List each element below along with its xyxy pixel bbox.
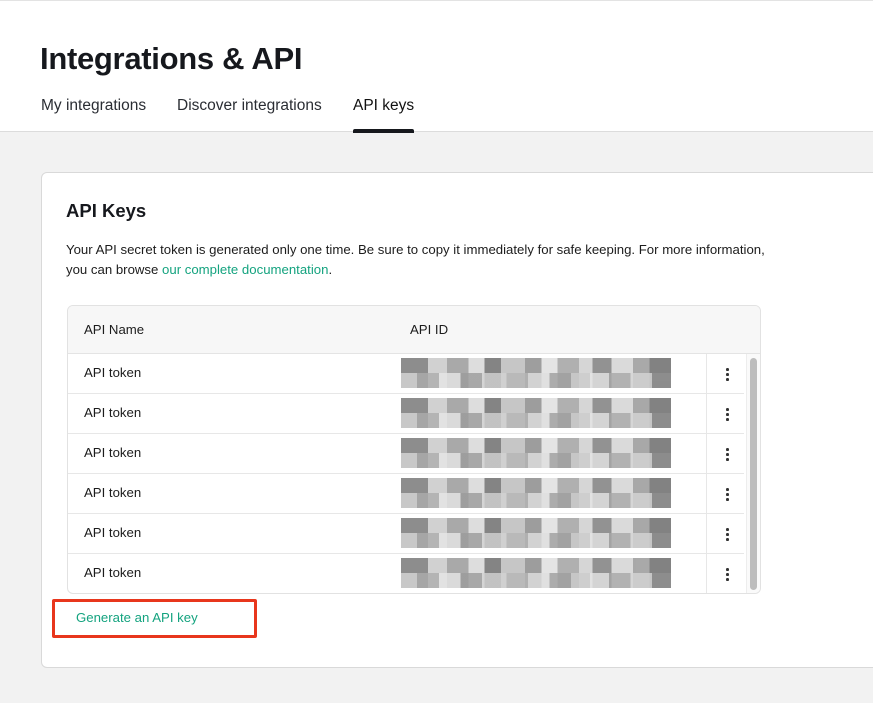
generate-highlight: Generate an API key — [52, 599, 257, 638]
redacted-api-id — [401, 518, 671, 548]
api-keys-card: API Keys Your API secret token is genera… — [41, 172, 873, 668]
redacted-api-id — [401, 558, 671, 588]
more-vertical-icon[interactable] — [706, 474, 746, 514]
more-vertical-icon[interactable] — [706, 554, 746, 593]
tab-api-keys[interactable]: API keys — [353, 97, 415, 133]
table-row: API token — [68, 394, 744, 434]
table-row: API token — [68, 474, 744, 514]
card-title: API Keys — [66, 200, 147, 221]
page-title: Integrations & API — [40, 41, 303, 76]
api-name-cell: API token — [84, 525, 142, 540]
more-vertical-icon[interactable] — [706, 354, 746, 394]
table-header: API Name API ID — [68, 306, 760, 354]
api-name-cell: API token — [84, 485, 142, 500]
table-row: API token — [68, 354, 744, 394]
table-row: API token — [68, 554, 746, 593]
redacted-api-id — [401, 358, 671, 388]
api-keys-table: API Name API ID API token API token API … — [67, 305, 761, 594]
column-header-api-name: API Name — [84, 322, 145, 337]
tab-my-integrations[interactable]: My integrations — [41, 97, 146, 133]
column-header-api-id: API ID — [410, 322, 449, 337]
redacted-api-id — [401, 478, 671, 508]
page-header: Integrations & API My integrations Disco… — [0, 0, 873, 133]
generate-api-key-button[interactable]: Generate an API key — [76, 610, 198, 625]
more-vertical-icon[interactable] — [706, 514, 746, 554]
card-description: Your API secret token is generated only … — [66, 240, 766, 280]
more-vertical-icon[interactable] — [706, 434, 746, 474]
documentation-link[interactable]: our complete documentation — [162, 262, 328, 277]
api-name-cell: API token — [84, 445, 142, 460]
redacted-api-id — [401, 438, 671, 468]
api-name-cell: API token — [84, 405, 142, 420]
more-vertical-icon[interactable] — [706, 394, 746, 434]
tab-discover-integrations[interactable]: Discover integrations — [177, 97, 322, 133]
table-row: API token — [68, 514, 744, 554]
redacted-api-id — [401, 398, 671, 428]
api-name-cell: API token — [84, 365, 142, 380]
table-scrollbar[interactable] — [746, 354, 760, 593]
table-row: API token — [68, 434, 744, 474]
description-end: . — [328, 262, 333, 277]
scrollbar-thumb[interactable] — [750, 358, 757, 590]
api-name-cell: API token — [84, 565, 142, 580]
